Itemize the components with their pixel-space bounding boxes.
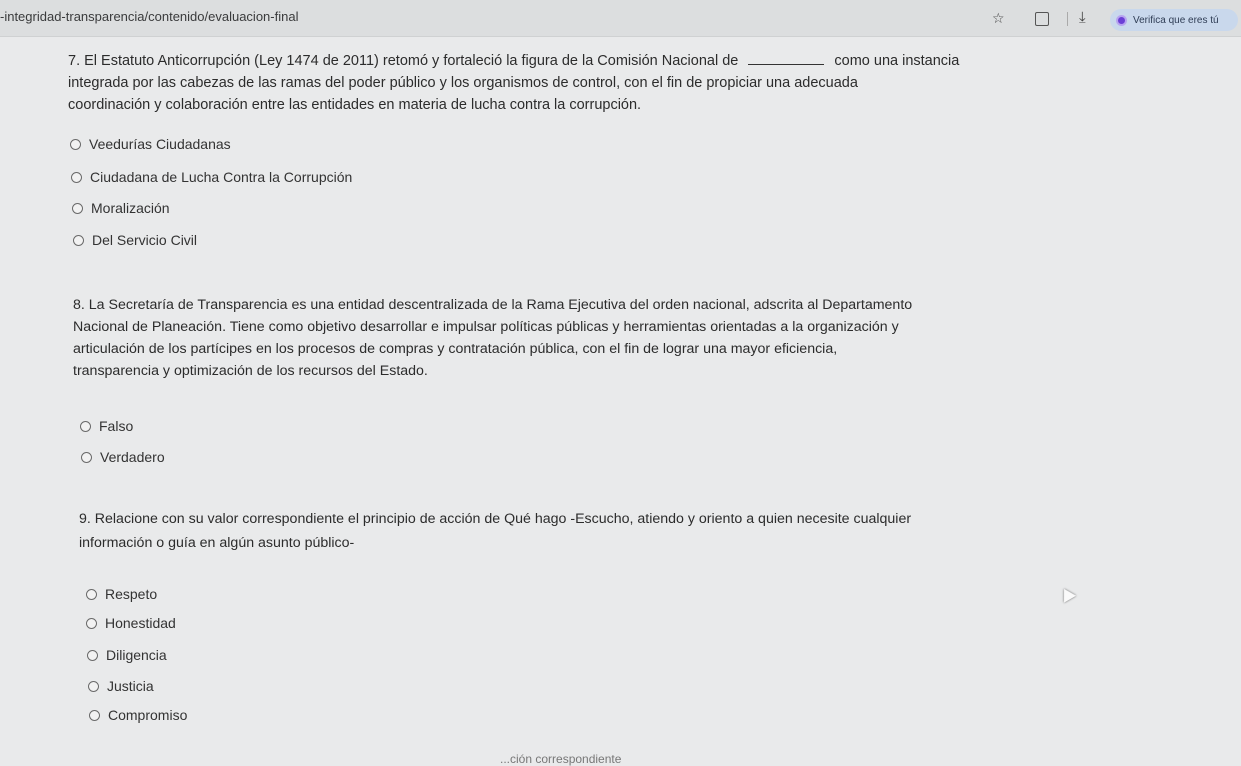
option-label: Veedurías Ciudadanas <box>89 136 231 152</box>
radio-button[interactable] <box>86 617 97 629</box>
star-icon[interactable]: ☆ <box>992 11 1005 25</box>
option-respeto[interactable]: Respeto <box>86 586 157 602</box>
option-falso[interactable]: Falso <box>80 418 133 434</box>
url-bar[interactable]: -integridad-transparencia/contenido/eval… <box>0 9 298 24</box>
option-label: Moralización <box>91 200 170 216</box>
question-7-text-line-2: integrada por las cabezas de las ramas d… <box>68 75 858 91</box>
question-9: 9. Relacione con su valor correspondient… <box>79 507 911 555</box>
verify-human-button[interactable]: Verifica que eres tú <box>1110 9 1238 31</box>
captcha-icon <box>1116 14 1127 26</box>
option-honestidad[interactable]: Honestidad <box>86 615 176 631</box>
radio-button[interactable] <box>72 202 83 214</box>
option-label: Honestidad <box>105 615 176 631</box>
option-label: Diligencia <box>106 647 167 663</box>
option-label: Compromiso <box>108 707 188 723</box>
radio-button[interactable] <box>73 234 84 246</box>
answer-blank <box>748 52 825 65</box>
question-8-text-line-3: articulación de los partícipes en los pr… <box>73 341 838 357</box>
option-veedurias[interactable]: Veedurías Ciudadanas <box>70 136 231 152</box>
option-verdadero[interactable]: Verdadero <box>81 449 165 465</box>
option-ciudadana[interactable]: Ciudadana de Lucha Contra la Corrupción <box>71 169 352 185</box>
question-9-text-line-1: 9. Relacione con su valor correspondient… <box>79 511 912 527</box>
option-label: Falso <box>99 418 134 434</box>
radio-button[interactable] <box>86 588 97 600</box>
download-icon[interactable]: ⤓ <box>1079 10 1086 25</box>
option-servicio-civil[interactable]: Del Servicio Civil <box>73 232 197 248</box>
browser-toolbar: -integridad-transparencia/contenido/eval… <box>0 0 1241 37</box>
radio-button[interactable] <box>71 171 82 183</box>
question-8-text-line-1: 8. La Secretaría de Transparencia es una… <box>73 297 913 313</box>
verify-label: Verifica que eres tú <box>1133 14 1219 26</box>
question-9-text-line-2: información o guía en algún asunto públi… <box>79 535 355 551</box>
option-justicia[interactable]: Justicia <box>88 678 154 694</box>
radio-button[interactable] <box>87 649 98 661</box>
question-7-text-line-3: coordinación y colaboración entre las en… <box>68 97 642 113</box>
question-8: 8. La Secretaría de Transparencia es una… <box>73 294 912 382</box>
question-8-text-line-2: Nacional de Planeación. Tiene como objet… <box>73 319 899 335</box>
radio-button[interactable] <box>80 420 91 432</box>
option-label: Del Servicio Civil <box>92 232 198 248</box>
question-8-text-line-4: transparencia y optimización de los recu… <box>73 363 428 379</box>
radio-button[interactable] <box>89 709 100 721</box>
radio-button[interactable] <box>81 451 92 463</box>
share-icon[interactable] <box>1035 12 1049 26</box>
option-moralizacion[interactable]: Moralización <box>72 200 170 216</box>
option-label: Respeto <box>105 586 158 602</box>
option-label: Verdadero <box>100 449 165 465</box>
option-label: Justicia <box>107 678 154 694</box>
radio-button[interactable] <box>70 138 81 150</box>
toolbar-divider <box>1067 12 1068 26</box>
question-7-text-line-1: 7. El Estatuto Anticorrupción (Ley 1474 … <box>68 53 739 69</box>
mouse-cursor-icon <box>1057 585 1077 603</box>
question-7-text-line-1b: como una instancia <box>834 53 960 69</box>
question-7: 7. El Estatuto Anticorrupción (Ley 1474 … <box>68 50 959 116</box>
option-label: Ciudadana de Lucha Contra la Corrupción <box>90 169 353 185</box>
option-compromiso[interactable]: Compromiso <box>89 707 187 723</box>
option-diligencia[interactable]: Diligencia <box>87 647 167 663</box>
radio-button[interactable] <box>88 680 99 692</box>
